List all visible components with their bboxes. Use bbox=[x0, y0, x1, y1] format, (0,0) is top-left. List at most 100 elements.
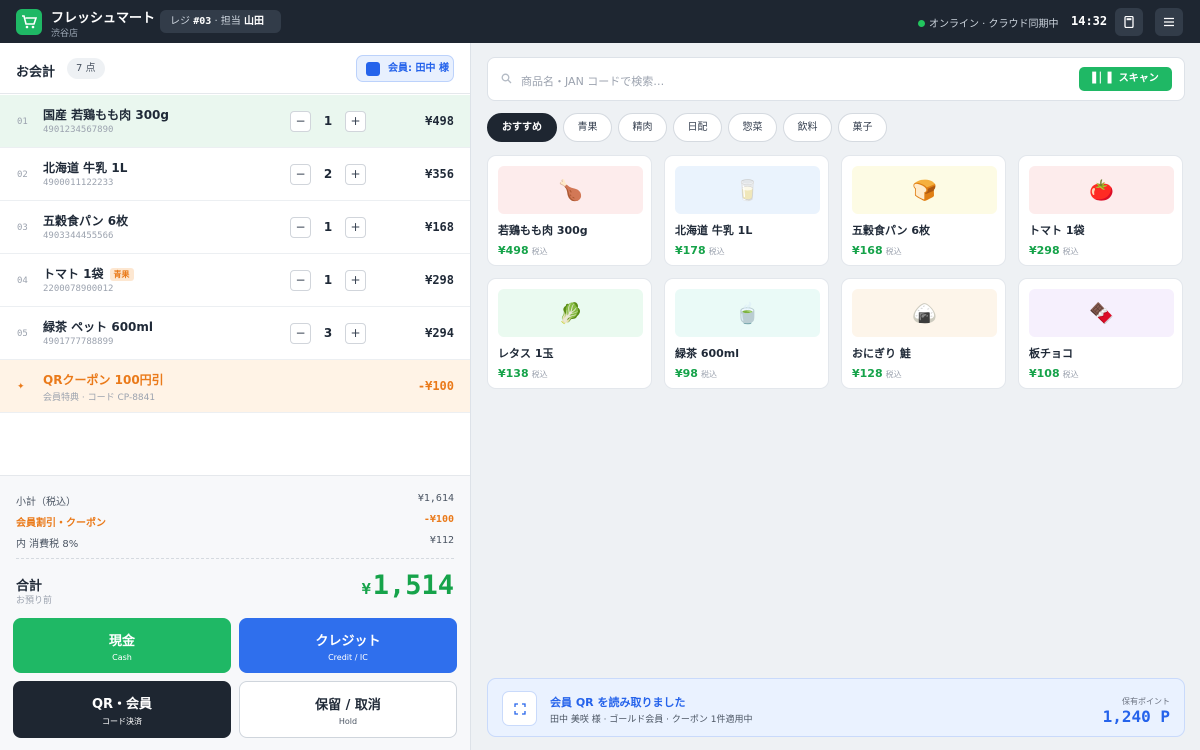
tax-row: 内 消費税 8% ¥112 bbox=[16, 535, 454, 550]
category-tab[interactable]: 菓子 bbox=[838, 113, 887, 142]
cart-row[interactable]: 04 トマト 1袋 青果 2200078900012 − 1 + ¥298 bbox=[0, 254, 470, 307]
hold-sub: Hold bbox=[338, 717, 358, 726]
cart-row[interactable]: 01 国産 若鶏もも肉 300g 4901234567890 − 1 + ¥49… bbox=[0, 95, 470, 148]
staff-label: · 担当 bbox=[214, 16, 241, 27]
qty-minus-button[interactable]: − bbox=[290, 164, 311, 185]
item-jan: 4901234567890 bbox=[43, 125, 114, 135]
item-price: ¥168 bbox=[425, 220, 454, 234]
cart-panel: お会計 7 点 会員: 田中 様 01 国産 若鶏もも肉 300g 490123… bbox=[0, 43, 471, 750]
qty-minus-button[interactable]: − bbox=[290, 323, 311, 344]
qty-minus-button[interactable]: − bbox=[290, 111, 311, 132]
subtotal-label: 小計（税込） bbox=[16, 497, 76, 508]
coupon-row[interactable]: ✦ QRクーポン 100円引 会員特典 · コード CP-8841 -¥100 bbox=[0, 360, 470, 413]
category-tab[interactable]: 日配 bbox=[673, 113, 722, 142]
item-price: ¥298 bbox=[425, 273, 454, 287]
category-tab[interactable]: 青果 bbox=[563, 113, 612, 142]
calculator-button[interactable] bbox=[1115, 8, 1143, 36]
coupon-amount: -¥100 bbox=[417, 379, 454, 393]
store-branch: 渋谷店 bbox=[51, 29, 79, 39]
product-price: ¥138 税込 bbox=[498, 367, 548, 380]
item-quantity: 3 bbox=[323, 326, 333, 340]
product-price-value: ¥298 bbox=[1029, 244, 1060, 257]
credit-button[interactable]: クレジット Credit / IC bbox=[239, 618, 457, 673]
sync-status-text: オンライン · クラウド同期中 bbox=[929, 19, 1059, 30]
product-card[interactable]: 🍞 五穀食パン 6枚 ¥168 税込 bbox=[841, 155, 1006, 266]
top-bar: フレッシュマート 渋谷店 レジ #03 · 担当 山田 オンライン · クラウド… bbox=[0, 0, 1200, 43]
member-button[interactable]: 会員: 田中 様 bbox=[356, 55, 454, 82]
product-card[interactable]: 🍅 トマト 1袋 ¥298 税込 bbox=[1018, 155, 1183, 266]
row-number: 03 bbox=[17, 223, 28, 233]
qr-member-button[interactable]: QR・会員 コード決済 bbox=[13, 681, 231, 738]
tax-included: 税込 bbox=[531, 247, 548, 256]
cart-row[interactable]: 02 北海道 牛乳 1L 4900011122233 − 2 + ¥356 bbox=[0, 148, 470, 201]
item-name-text: トマト 1袋 bbox=[43, 267, 104, 281]
grand-total-value: ¥1,514 bbox=[362, 570, 454, 601]
points-value: 1,240 P bbox=[1102, 707, 1170, 726]
discount-row: 会員割引・クーポン -¥100 bbox=[16, 514, 454, 529]
product-card[interactable]: 🍗 若鶏もも肉 300g ¥498 税込 bbox=[487, 155, 652, 266]
category-tab[interactable]: 飲料 bbox=[783, 113, 832, 142]
subtotal-value: ¥1,614 bbox=[417, 493, 454, 504]
product-card[interactable]: 🍙 おにぎり 鮭 ¥128 税込 bbox=[841, 278, 1006, 389]
cart-row[interactable]: 05 緑茶 ペット 600ml 4901777788899 − 3 + ¥294 bbox=[0, 307, 470, 360]
item-quantity: 2 bbox=[323, 167, 333, 181]
item-jan: 4903344455566 bbox=[43, 231, 114, 241]
product-card[interactable]: 🥬 レタス 1玉 ¥138 税込 bbox=[487, 278, 652, 389]
item-jan: 4901777788899 bbox=[43, 337, 114, 347]
item-name: 五穀食パン 6枚 bbox=[43, 214, 129, 228]
tax-included: 税込 bbox=[885, 370, 902, 379]
product-card[interactable]: 🍵 緑茶 600ml ¥98 税込 bbox=[664, 278, 829, 389]
row-number: 05 bbox=[17, 329, 28, 339]
qty-plus-button[interactable]: + bbox=[345, 111, 366, 132]
category-tab[interactable]: 惣菜 bbox=[728, 113, 777, 142]
register-number: #03 bbox=[193, 16, 212, 27]
product-card[interactable]: 🍫 板チョコ ¥108 税込 bbox=[1018, 278, 1183, 389]
qty-plus-button[interactable]: + bbox=[345, 323, 366, 344]
menu-button[interactable] bbox=[1155, 8, 1183, 36]
row-number: 02 bbox=[17, 170, 28, 180]
hold-label: 保留 / 取消 bbox=[315, 698, 381, 713]
qty-minus-button[interactable]: − bbox=[290, 217, 311, 238]
coupon-sparkle-icon: ✦ bbox=[17, 382, 25, 392]
product-name: 緑茶 600ml bbox=[675, 347, 740, 360]
product-card[interactable]: 🥛 北海道 牛乳 1L ¥178 税込 bbox=[664, 155, 829, 266]
tax-included: 税込 bbox=[1062, 247, 1079, 256]
product-image-icon: 🍅 bbox=[1029, 166, 1174, 214]
grand-total-label: 合計 bbox=[16, 579, 43, 594]
qty-minus-button[interactable]: − bbox=[290, 270, 311, 291]
item-jan: 2200078900012 bbox=[43, 284, 114, 294]
qty-plus-button[interactable]: + bbox=[345, 164, 366, 185]
cart-item-count: 7 点 bbox=[67, 58, 105, 79]
category-tab[interactable]: 精肉 bbox=[618, 113, 667, 142]
item-quantity: 1 bbox=[323, 273, 333, 287]
hold-cancel-button[interactable]: 保留 / 取消 Hold bbox=[239, 681, 457, 738]
staff-name: 山田 bbox=[243, 16, 264, 27]
tax-included: 税込 bbox=[700, 370, 717, 379]
qty-plus-button[interactable]: + bbox=[345, 270, 366, 291]
qr-icon bbox=[502, 691, 537, 726]
cart-row[interactable]: 03 五穀食パン 6枚 4903344455566 − 1 + ¥168 bbox=[0, 201, 470, 254]
cash-label: 現金 bbox=[108, 634, 135, 649]
scan-button[interactable]: ▌▏▌ スキャン bbox=[1079, 67, 1172, 91]
qty-plus-button[interactable]: + bbox=[345, 217, 366, 238]
qr-sub: コード決済 bbox=[102, 717, 142, 726]
item-name: 緑茶 ペット 600ml bbox=[43, 320, 154, 334]
store-name: フレッシュマート bbox=[51, 11, 156, 26]
tax-label: 内 消費税 8% bbox=[16, 539, 79, 550]
product-image-icon: 🍵 bbox=[675, 289, 820, 337]
discount-label: 会員割引・クーポン bbox=[16, 518, 106, 529]
item-quantity: 1 bbox=[323, 220, 333, 234]
cash-button[interactable]: 現金 Cash bbox=[13, 618, 231, 673]
item-quantity: 1 bbox=[323, 114, 333, 128]
search-placeholder: 商品名・JAN コードで検索… bbox=[521, 75, 665, 88]
register-label: レジ bbox=[170, 16, 190, 27]
search-input[interactable]: 商品名・JAN コードで検索… ▌▏▌ スキャン bbox=[487, 57, 1185, 101]
product-price-value: ¥178 bbox=[675, 244, 706, 257]
product-image-icon: 🍫 bbox=[1029, 289, 1174, 337]
grand-total-amount: 1,514 bbox=[372, 570, 454, 601]
row-number: 04 bbox=[17, 276, 28, 286]
product-price: ¥108 税込 bbox=[1029, 367, 1079, 380]
search-icon bbox=[501, 73, 512, 84]
category-tab[interactable]: おすすめ bbox=[487, 113, 557, 142]
product-name: 北海道 牛乳 1L bbox=[675, 224, 753, 237]
